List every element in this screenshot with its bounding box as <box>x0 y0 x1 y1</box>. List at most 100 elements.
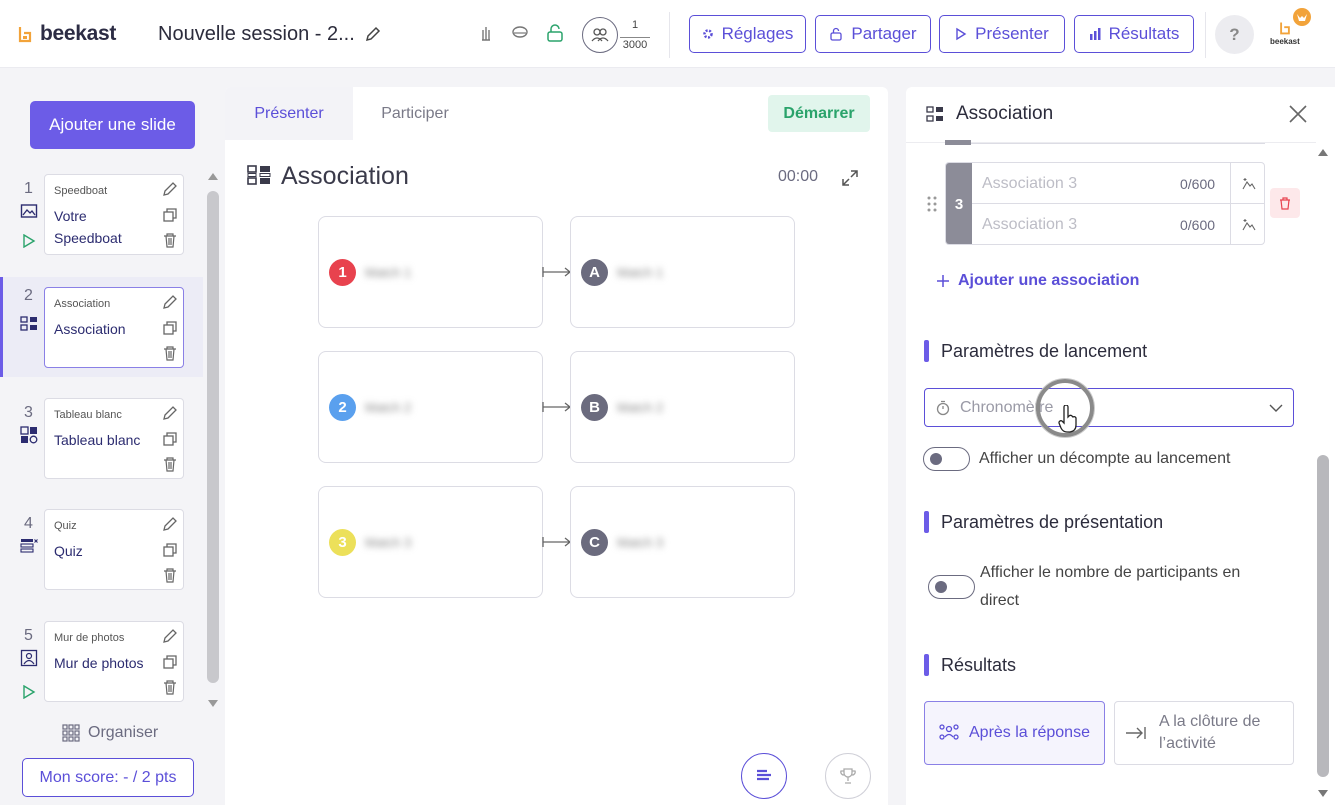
divider <box>1205 12 1206 58</box>
lock-icon <box>830 27 843 41</box>
slide-title: Quiz <box>54 543 83 559</box>
duplicate-icon[interactable] <box>162 542 178 558</box>
unlock-icon[interactable] <box>546 24 564 42</box>
duplicate-icon[interactable] <box>162 654 178 670</box>
match-left-card: 3 Match 3 <box>318 486 543 598</box>
slide-card[interactable]: Association Association <box>44 287 184 368</box>
slide-card[interactable]: Tableau blanc Tableau blanc <box>44 398 184 479</box>
trash-icon <box>1280 196 1290 210</box>
slide-number: 4 <box>24 515 33 532</box>
slide-card[interactable]: Speedboat Votre Speedboat <box>44 174 184 255</box>
participants-toggle[interactable] <box>928 575 975 599</box>
start-button[interactable]: Démarrer <box>768 95 870 132</box>
group-icon <box>939 724 959 740</box>
duplicate-icon[interactable] <box>162 431 178 447</box>
present-label: Présenter <box>975 24 1049 43</box>
leaderboard-button[interactable] <box>825 753 871 799</box>
settings-button[interactable]: Réglages <box>689 15 806 53</box>
match-text: Match 1 <box>365 265 412 280</box>
pencil-icon[interactable] <box>364 25 382 43</box>
match-left-card: 2 Match 2 <box>318 351 543 463</box>
hand-icon[interactable] <box>477 24 495 42</box>
trash-icon[interactable] <box>162 345 178 361</box>
results-button[interactable]: Résultats <box>1074 15 1194 53</box>
trash-icon[interactable] <box>162 232 178 248</box>
association-input-row[interactable]: Association 3 0/600 <box>972 204 1264 244</box>
results-label: Résultats <box>1108 24 1180 43</box>
add-association-button[interactable]: Ajouter une association <box>936 272 1139 290</box>
slide-number: 3 <box>24 404 33 421</box>
settings-panel: Association 3 Association 3 0/600 Associ… <box>906 87 1335 805</box>
slide-item[interactable]: 4 Quiz Quiz <box>0 509 203 609</box>
organise-label: Organiser <box>88 724 159 741</box>
session-title[interactable]: Nouvelle session - 2... <box>158 23 355 46</box>
add-image-button[interactable] <box>1230 163 1264 204</box>
match-badge: 2 <box>329 394 356 421</box>
whiteboard-icon <box>20 426 38 444</box>
slide-item[interactable]: 1 Speedboat Votre Speedboat <box>0 174 203 274</box>
organise-button[interactable]: Organiser <box>62 724 158 742</box>
slide-card[interactable]: Quiz Quiz <box>44 509 184 590</box>
slide-type: Mur de photos <box>54 632 125 644</box>
drag-handle-icon[interactable] <box>926 195 938 213</box>
score-button[interactable]: Mon score: - / 2 pts <box>22 758 194 797</box>
tab-present[interactable]: Présenter <box>225 87 353 140</box>
list-icon <box>757 769 771 781</box>
presentation-section-title: Paramètres de présentation <box>941 511 1164 532</box>
trash-icon[interactable] <box>162 567 178 583</box>
results-after-answer-option[interactable]: Après la réponse <box>924 701 1105 765</box>
close-icon[interactable] <box>1288 104 1308 124</box>
trash-icon[interactable] <box>162 679 178 695</box>
results-after-answer-label: Après la réponse <box>969 724 1090 741</box>
countdown-label: Afficher un décompte au lancement <box>979 450 1231 467</box>
pencil-icon[interactable] <box>162 628 178 644</box>
duplicate-icon[interactable] <box>162 320 178 336</box>
responses-button[interactable] <box>741 753 787 799</box>
beekast-logo[interactable]: beekast <box>16 22 116 46</box>
beekast-logo-icon <box>1280 22 1290 35</box>
association-input-row[interactable]: Association 3 0/600 <box>972 163 1264 204</box>
duplicate-icon[interactable] <box>162 207 178 223</box>
pencil-icon[interactable] <box>162 294 178 310</box>
slide-item[interactable]: 3 Tableau blanc Tableau blanc <box>0 398 203 498</box>
char-count: 0/600 <box>1180 217 1216 233</box>
trash-icon[interactable] <box>162 456 178 472</box>
slide-item[interactable]: 2 Association Association <box>0 277 203 377</box>
previous-association <box>945 140 1265 145</box>
chevron-down-icon[interactable] <box>1317 789 1329 799</box>
help-button[interactable]: ? <box>1215 15 1254 54</box>
results-on-close-option[interactable]: A la clôture de l’activité <box>1114 701 1294 765</box>
match-left-card: 1 Match 1 <box>318 216 543 328</box>
play-icon <box>23 685 36 699</box>
beekast-logo-icon <box>18 27 32 43</box>
timer-select[interactable]: Chronomètre <box>924 388 1294 427</box>
pencil-icon[interactable] <box>162 405 178 421</box>
chevron-down-icon[interactable] <box>207 699 219 709</box>
slide-item[interactable]: 5 Mur de photos Mur de photos <box>0 621 203 721</box>
panel-scrollbar[interactable] <box>1317 455 1329 777</box>
chevron-up-icon[interactable] <box>1317 147 1329 157</box>
expand-icon[interactable] <box>841 169 859 187</box>
tab-participate[interactable]: Participer <box>355 87 475 140</box>
chat-icon[interactable] <box>511 24 529 42</box>
association-input[interactable]: Association 3 <box>982 175 1077 193</box>
match-text: Match 2 <box>365 400 412 415</box>
sidebar-scrollbar[interactable] <box>207 191 219 711</box>
countdown-toggle[interactable] <box>923 447 970 471</box>
association-input[interactable]: Association 3 <box>982 216 1077 234</box>
share-button[interactable]: Partager <box>815 15 931 53</box>
add-image-button[interactable] <box>1230 204 1264 244</box>
avatar[interactable]: beekast <box>1268 7 1311 51</box>
participant-counter[interactable]: 1 3000 <box>582 16 650 54</box>
slide-card[interactable]: Mur de photos Mur de photos <box>44 621 184 702</box>
bar-chart-icon <box>1089 28 1101 40</box>
association-icon <box>20 316 37 331</box>
chevron-up-icon[interactable] <box>207 171 219 181</box>
settings-label: Réglages <box>721 24 794 43</box>
pencil-icon[interactable] <box>162 516 178 532</box>
slide-number: 5 <box>24 627 33 644</box>
delete-association-button[interactable] <box>1270 188 1300 218</box>
pencil-icon[interactable] <box>162 181 178 197</box>
present-button[interactable]: Présenter <box>939 15 1065 53</box>
add-slide-button[interactable]: Ajouter une slide <box>30 101 195 149</box>
